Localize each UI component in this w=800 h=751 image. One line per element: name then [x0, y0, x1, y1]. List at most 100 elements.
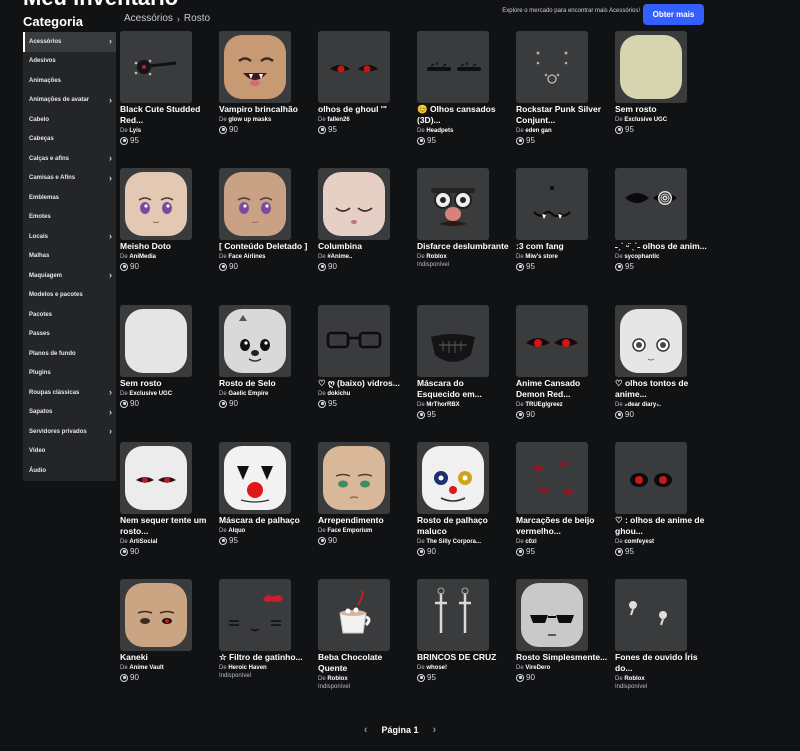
creator-link[interactable]: AniMedia	[129, 254, 156, 260]
creator-link[interactable]: #Anime..	[327, 254, 352, 260]
sidebar-item[interactable]: Áudio	[23, 461, 116, 481]
creator-link[interactable]: whose!	[426, 665, 447, 671]
item-card[interactable]: Rosto de palhaço maluco De The Silly Corp…	[417, 442, 509, 579]
creator-link[interactable]: Face Emporium	[327, 528, 372, 534]
next-page-icon[interactable]: ›	[433, 724, 437, 736]
item-thumbnail[interactable]	[615, 305, 687, 377]
item-name[interactable]: Disfarce deslumbrante	[417, 241, 509, 252]
creator-link[interactable]: ₊dear diary₊.	[624, 402, 661, 408]
item-thumbnail[interactable]	[516, 579, 588, 651]
item-name[interactable]: ♡ : olhos de anime de ghou...	[615, 515, 707, 537]
creator-link[interactable]: c0zi	[525, 539, 536, 545]
item-name[interactable]: :3 com fang	[516, 241, 608, 252]
item-name[interactable]: Marcações de beijo vermelho...	[516, 515, 608, 537]
item-card[interactable]: Vampiro brincalhão De glow up masks 90	[219, 31, 311, 168]
sidebar-item[interactable]: Calças e afins ›	[23, 149, 116, 169]
sidebar-item[interactable]: Plugins	[23, 364, 116, 384]
item-thumbnail[interactable]	[417, 579, 489, 651]
item-name[interactable]: Columbina	[318, 241, 410, 252]
item-card[interactable]: Fones de ouvido Íris do... De Roblox Indis…	[615, 579, 707, 716]
sidebar-item[interactable]: Roupas clássicas ›	[23, 383, 116, 403]
creator-link[interactable]: dokichu	[327, 391, 350, 397]
creator-link[interactable]: MrThorRBX	[426, 402, 459, 408]
item-card[interactable]: Marcações de beijo vermelho... De c0zi 95	[516, 442, 608, 579]
sidebar-item[interactable]: Pacotes	[23, 305, 116, 325]
item-card[interactable]: Máscara de palhaço De Alquo 95	[219, 442, 311, 579]
item-thumbnail[interactable]	[318, 305, 390, 377]
item-thumbnail[interactable]	[120, 168, 192, 240]
item-card[interactable]: 😊 Olhos cansados (3D)... De Headpets 95	[417, 31, 509, 168]
item-card[interactable]: BRINCOS DE CRUZ De whose! 95	[417, 579, 509, 716]
sidebar-item[interactable]: Emblemas	[23, 188, 116, 208]
sidebar-item[interactable]: Vídeo	[23, 442, 116, 462]
item-name[interactable]: Rockstar Punk Silver Conjunt...	[516, 104, 608, 126]
sidebar-item[interactable]: Cabeças	[23, 130, 116, 150]
item-card[interactable]: Sem rosto De Exclusive UGC 95	[615, 31, 707, 168]
item-name[interactable]: Anime Cansado Demon Red...	[516, 378, 608, 400]
item-thumbnail[interactable]	[516, 168, 588, 240]
item-card[interactable]: Meisho Doto De AniMedia 90	[120, 168, 212, 305]
item-thumbnail[interactable]	[120, 305, 192, 377]
creator-link[interactable]: Miw's store	[525, 254, 557, 260]
item-thumbnail[interactable]	[219, 31, 291, 103]
item-thumbnail[interactable]	[219, 305, 291, 377]
item-name[interactable]: Arrependimento	[318, 515, 410, 526]
item-name[interactable]: Máscara do Esquecido em...	[417, 378, 509, 400]
item-card[interactable]: [ Conteúdo Deletado ] De Face Airlines 90	[219, 168, 311, 305]
creator-link[interactable]: Roblox	[624, 676, 644, 682]
creator-link[interactable]: eden gan	[525, 128, 551, 134]
item-thumbnail[interactable]	[615, 31, 687, 103]
item-name[interactable]: Rosto Simplesmente...	[516, 652, 608, 663]
item-card[interactable]: Black Cute Studded Red... De Lyis 95	[120, 31, 212, 168]
creator-link[interactable]: TRUEglgreez	[525, 402, 562, 408]
creator-link[interactable]: The Silly Corpora...	[426, 539, 481, 545]
item-name[interactable]: Sem rosto	[120, 378, 212, 389]
item-thumbnail[interactable]	[120, 31, 192, 103]
item-thumbnail[interactable]	[516, 305, 588, 377]
sidebar-item[interactable]: Modelos e pacotes	[23, 286, 116, 306]
item-thumbnail[interactable]	[417, 168, 489, 240]
sidebar-item[interactable]: Planos de fundo	[23, 344, 116, 364]
creator-link[interactable]: Exclusive UGC	[129, 391, 172, 397]
sidebar-item[interactable]: Animações	[23, 71, 116, 91]
prev-page-icon[interactable]: ‹	[364, 724, 368, 736]
creator-link[interactable]: Heroic Haven	[228, 665, 266, 671]
sidebar-item[interactable]: Malhas	[23, 247, 116, 267]
item-name[interactable]: ☆ Filtro de gatinho...	[219, 652, 311, 663]
sidebar-item[interactable]: Emotes	[23, 208, 116, 228]
sidebar-item[interactable]: Adesivos	[23, 52, 116, 72]
item-card[interactable]: ♡ olhos tontos de anime... De ₊dear diary…	[615, 305, 707, 442]
item-thumbnail[interactable]	[417, 442, 489, 514]
sidebar-item[interactable]: Cabelo	[23, 110, 116, 130]
sidebar-item[interactable]: Camisas e Afins ›	[23, 169, 116, 189]
sidebar-item[interactable]: Acessórios ›	[23, 32, 116, 52]
item-thumbnail[interactable]	[615, 168, 687, 240]
item-name[interactable]: Vampiro brincalhão	[219, 104, 311, 115]
creator-link[interactable]: Headpets	[426, 128, 453, 134]
item-card[interactable]: olhos de ghoul '" De fallen26 95	[318, 31, 410, 168]
item-name[interactable]: ˗ˏˋ ᵕ̈ ˎˊ˗ olhos de anim...	[615, 241, 707, 252]
item-thumbnail[interactable]	[120, 442, 192, 514]
creator-link[interactable]: Lyis	[129, 128, 141, 134]
breadcrumb-accessories[interactable]: Acessórios	[124, 13, 173, 24]
item-name[interactable]: Kaneki	[120, 652, 212, 663]
item-thumbnail[interactable]	[417, 305, 489, 377]
sidebar-item[interactable]: Sapatos ›	[23, 403, 116, 423]
creator-link[interactable]: VireDero	[525, 665, 550, 671]
item-name[interactable]: Fones de ouvido Íris do...	[615, 652, 707, 674]
item-name[interactable]: Black Cute Studded Red...	[120, 104, 212, 126]
sidebar-item[interactable]: Servidores privados ›	[23, 422, 116, 442]
creator-link[interactable]: Roblox	[426, 254, 446, 260]
item-thumbnail[interactable]	[219, 579, 291, 651]
item-thumbnail[interactable]	[318, 579, 390, 651]
item-thumbnail[interactable]	[615, 579, 687, 651]
item-thumbnail[interactable]	[516, 442, 588, 514]
item-card[interactable]: Beba Chocolate Quente De Roblox Indisponív…	[318, 579, 410, 716]
item-thumbnail[interactable]	[318, 31, 390, 103]
item-name[interactable]: Rosto de Selo	[219, 378, 311, 389]
item-name[interactable]: Beba Chocolate Quente	[318, 652, 410, 674]
item-card[interactable]: Anime Cansado Demon Red... De TRUEglgreez…	[516, 305, 608, 442]
creator-link[interactable]: sycophantic	[624, 254, 659, 260]
item-name[interactable]: Rosto de palhaço maluco	[417, 515, 509, 537]
item-thumbnail[interactable]	[219, 442, 291, 514]
